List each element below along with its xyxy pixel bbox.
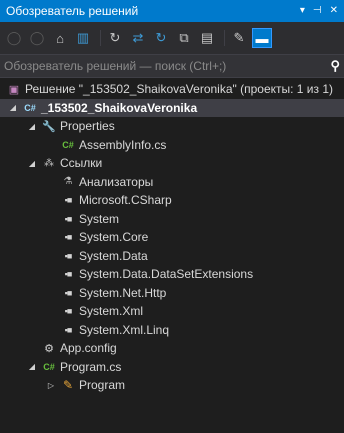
panel-titlebar: Обозреватель решений ▾ ⊣ ✕ xyxy=(0,0,344,22)
tree-item[interactable]: C# AssemblyInfo.cs xyxy=(0,136,344,155)
references-icon: ⁂ xyxy=(44,157,54,169)
expand-chevron-icon[interactable]: ▷ xyxy=(46,381,56,390)
tree-item-label: App.config xyxy=(60,341,117,356)
solution-explorer-toolbar: ◯ ◯ ⌂ ▥ ↻ ⇄ ↻ ⧉ ▤ ✎ ▬ xyxy=(0,22,344,54)
tree-item-label: System.Core xyxy=(79,230,149,245)
panel-title: Обозреватель решений xyxy=(6,4,139,18)
collapse-chevron-icon[interactable]: ◢ xyxy=(27,159,37,168)
auto-hide-pin-icon[interactable]: ⊣ xyxy=(313,6,322,16)
tree-item[interactable]: ▪■ System.Net.Http xyxy=(0,284,344,303)
collapse-chevron-icon[interactable]: ◢ xyxy=(27,122,37,131)
tree-item[interactable]: ▣ Решение "_153502_ShaikovaVeronika" (про… xyxy=(0,80,344,99)
tree-item[interactable]: ◢ ⁂ Ссылки xyxy=(0,154,344,173)
home-icon[interactable]: ⌂ xyxy=(50,28,70,48)
assembly-reference-icon: ▪■ xyxy=(64,324,73,335)
tree-item[interactable]: ▷ ✎ Program xyxy=(0,376,344,395)
tree-item[interactable]: ◢ C# Program.cs xyxy=(0,358,344,377)
tree-item-label: System.Data xyxy=(79,248,148,263)
search-bar: ⚲ xyxy=(0,54,344,78)
show-all-files-icon[interactable]: ▤ xyxy=(197,28,217,48)
tree-item[interactable]: ⚗ Анализаторы xyxy=(0,173,344,192)
tree-item-label: _153502_ShaikovaVeronika xyxy=(41,100,198,115)
assembly-reference-icon: ▪■ xyxy=(64,213,73,224)
solution-icon: ▣ xyxy=(8,83,20,96)
tree-item[interactable]: ⚙ App.config xyxy=(0,339,344,358)
back-icon[interactable]: ◯ xyxy=(4,28,24,48)
properties-icon[interactable]: ✎ xyxy=(229,28,249,48)
refresh-icon[interactable]: ↻ xyxy=(151,28,171,48)
collapse-chevron-icon[interactable]: ◢ xyxy=(8,103,18,112)
tree-item[interactable]: ▪■ System.Xml xyxy=(0,302,344,321)
tree-item[interactable]: ◢ C# _153502_ShaikovaVeronika xyxy=(0,98,344,117)
tree-item[interactable]: ▪■ System.Data.DataSetExtensions xyxy=(0,265,344,284)
search-icon[interactable]: ⚲ xyxy=(330,58,340,74)
tree-item[interactable]: ▪■ System xyxy=(0,210,344,229)
assembly-reference-icon: ▪■ xyxy=(64,287,73,298)
assembly-reference-icon: ▪■ xyxy=(64,195,73,206)
tree-item[interactable]: ◢ 🔧 Properties xyxy=(0,117,344,136)
forward-icon[interactable]: ◯ xyxy=(27,28,47,48)
tree-item[interactable]: ▪■ System.Core xyxy=(0,228,344,247)
tree-item-label: Program xyxy=(79,378,126,393)
csharp-project-icon: C# xyxy=(24,102,36,113)
assembly-reference-icon: ▪■ xyxy=(64,250,73,261)
tree-item-label: Ссылки xyxy=(60,156,103,171)
tree-item-label: Анализаторы xyxy=(79,174,154,189)
tree-item[interactable]: ▪■ System.Xml.Linq xyxy=(0,321,344,340)
tree-item-label: Properties xyxy=(60,119,115,134)
tree-item[interactable]: ▪■ Microsoft.CSharp xyxy=(0,191,344,210)
assembly-reference-icon: ▪■ xyxy=(64,306,73,317)
assembly-reference-icon: ▪■ xyxy=(64,232,73,243)
window-position-dropdown-icon[interactable]: ▾ xyxy=(300,6,305,16)
tree-item-label: Program.cs xyxy=(60,359,122,374)
tree-item-label: AssemblyInfo.cs xyxy=(79,137,167,152)
tree-item-label: Microsoft.CSharp xyxy=(79,193,172,208)
tree-item[interactable]: ▪■ System.Data xyxy=(0,247,344,266)
search-input[interactable] xyxy=(4,59,329,73)
solution-tree: ▣ Решение "_153502_ShaikovaVeronika" (про… xyxy=(0,80,344,395)
toolbar-separator xyxy=(224,30,225,46)
tree-item-label: System.Net.Http xyxy=(79,285,167,300)
tree-item-label: System.Xml.Linq xyxy=(79,322,170,337)
pending-changes-icon[interactable]: ↻ xyxy=(105,28,125,48)
analyzer-icon: ⚗ xyxy=(63,176,73,188)
tree-item-label: System.Xml xyxy=(79,304,144,319)
switch-views-icon[interactable]: ▥ xyxy=(73,28,93,48)
config-file-icon: ⚙ xyxy=(44,342,54,355)
sync-icon[interactable]: ⇄ xyxy=(128,28,148,48)
wrench-icon: 🔧 xyxy=(42,120,56,133)
class-icon: ✎ xyxy=(62,378,74,393)
tree-item-label: System.Data.DataSetExtensions xyxy=(79,267,254,282)
csharp-file-icon: C# xyxy=(43,361,55,372)
preview-icon[interactable]: ▬ xyxy=(252,28,272,48)
close-icon[interactable]: ✕ xyxy=(330,6,338,16)
tree-item-label: System xyxy=(79,211,120,226)
csharp-file-icon: C# xyxy=(62,139,74,150)
tree-item-label: Решение "_153502_ShaikovaVeronika" (прое… xyxy=(25,82,334,97)
collapse-chevron-icon[interactable]: ◢ xyxy=(27,362,37,371)
toolbar-separator xyxy=(100,30,101,46)
assembly-reference-icon: ▪■ xyxy=(64,269,73,280)
collapse-all-icon[interactable]: ⧉ xyxy=(174,28,194,48)
